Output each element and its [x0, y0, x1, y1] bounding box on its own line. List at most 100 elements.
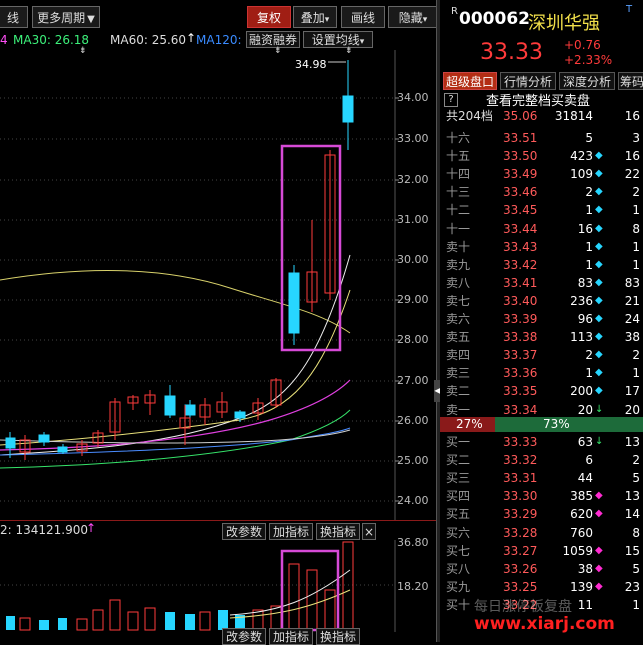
level-count: 1	[632, 239, 640, 254]
current-price: 33.33	[480, 40, 543, 65]
candlestick-chart[interactable]	[0, 50, 436, 520]
level-marker-icon: ◆	[595, 150, 603, 162]
tab-market-analysis[interactable]: 行情分析	[500, 72, 556, 90]
help-icon[interactable]: ?	[444, 93, 458, 107]
level-count: 2	[632, 185, 640, 200]
level-label: 十二	[446, 203, 471, 218]
tab-super-orderbook[interactable]: 超级盘口	[443, 72, 497, 90]
level-label: 买二	[446, 453, 471, 468]
ma-settings-label: 设置均线	[311, 33, 360, 47]
level-label: 十一	[446, 221, 471, 236]
level-marker-icon: ◆	[595, 204, 603, 216]
level-count: 13	[624, 435, 640, 449]
level-marker-icon: ↓	[595, 436, 604, 447]
level-price: 33.42	[503, 257, 538, 272]
ma-partial: 4	[0, 33, 8, 47]
tab-chips[interactable]: 筹码	[618, 72, 643, 90]
price-tick: 28.00	[397, 333, 429, 346]
sell-row[interactable]: 卖八 33.41 83 ◆ 83	[440, 274, 643, 292]
sell-row[interactable]: 十一 33.44 16 ◆ 8	[440, 220, 643, 238]
level-count: 24	[624, 312, 640, 326]
swap-indicator-button-bottom[interactable]: 换指标	[316, 628, 360, 645]
modify-params-button-bottom[interactable]: 改参数	[222, 628, 266, 645]
level-count: 13	[624, 489, 640, 504]
level-count: 5	[632, 471, 640, 486]
level-price: 33.28	[503, 525, 538, 540]
level-label: 卖八	[446, 275, 471, 290]
level-marker-icon: ◆	[595, 258, 603, 270]
level-volume: 96	[577, 312, 593, 326]
level-count: 83	[624, 275, 640, 290]
hide-button[interactable]: 隐藏▾	[388, 6, 438, 28]
level-label: 十三	[446, 185, 471, 200]
more-periods-dropdown[interactable]: 更多周期 ▼	[32, 6, 100, 28]
level-label: 卖九	[446, 257, 471, 272]
add-indicator-button[interactable]: 加指标	[269, 523, 313, 540]
level-volume: 385	[570, 489, 593, 504]
orderbook-total-row: 共204档 35.06 31814 16	[440, 107, 643, 125]
buy-row[interactable]: 买四 33.30 385 ◆ 13	[440, 487, 643, 505]
sell-row[interactable]: 卖七 33.40 236 ◆ 21	[440, 292, 643, 310]
sell-row[interactable]: 十五 33.50 423 ◆ 16	[440, 147, 643, 165]
overlay-button[interactable]: 叠加▾	[293, 6, 337, 28]
buy-row[interactable]: 买五 33.29 620 ◆ 14	[440, 505, 643, 523]
total-price: 35.06	[503, 109, 538, 123]
swap-indicator-button[interactable]: 换指标	[316, 523, 360, 540]
sell-row[interactable]: 卖十 33.43 1 ◆ 1	[440, 238, 643, 256]
price-tick: 30.00	[397, 253, 429, 266]
buy-row[interactable]: 买九 33.25 139 ◆ 23	[440, 578, 643, 596]
buy-row[interactable]: 买二 33.32 6 2	[440, 451, 643, 469]
close-icon[interactable]: ×	[362, 523, 376, 540]
level-label: 卖二	[446, 384, 471, 399]
level-count: 15	[624, 543, 640, 558]
draw-line-button[interactable]: 画线	[341, 6, 385, 28]
sell-row[interactable]: 卖二 33.35 200 ◆ 17	[440, 382, 643, 400]
modify-params-button[interactable]: 改参数	[222, 523, 266, 540]
level-count: 5	[632, 561, 640, 576]
total-levels: 共204档	[446, 109, 493, 123]
high-price-label: 34.98	[295, 58, 327, 71]
ratio-right-label: 73%	[543, 417, 570, 431]
buy-row[interactable]: 买七 33.27 1059 ◆ 15	[440, 542, 643, 560]
sell-row[interactable]: 卖一 33.34 20 ↓ 20	[440, 401, 643, 419]
sell-row[interactable]: 卖九 33.42 1 ◆ 1	[440, 256, 643, 274]
sell-row[interactable]: 卖六 33.39 96 ◆ 24	[440, 310, 643, 328]
price-tick: 31.00	[397, 213, 429, 226]
t-icon: T	[626, 4, 633, 15]
level-marker-icon: ◆	[595, 186, 603, 198]
level-count: 23	[624, 579, 640, 594]
sell-row[interactable]: 十六 33.51 5 3	[440, 129, 643, 147]
ma-settings-button[interactable]: 设置均线▾	[303, 31, 373, 48]
chevron-down-icon: ▾	[422, 15, 428, 25]
buy-row[interactable]: 买一 33.33 63 ↓ 13	[440, 433, 643, 451]
sell-row[interactable]: 卖三 33.36 1 ◆ 1	[440, 364, 643, 382]
add-indicator-button-bottom[interactable]: 加指标	[269, 628, 313, 645]
level-count: 1	[632, 203, 640, 218]
sell-row[interactable]: 十四 33.49 109 ◆ 22	[440, 165, 643, 183]
tab-deep-analysis[interactable]: 深度分析	[559, 72, 615, 90]
level-count: 16	[624, 149, 640, 164]
level-price: 33.36	[503, 366, 538, 381]
level-volume: 16	[577, 221, 593, 236]
buy-row[interactable]: 买六 33.28 760 8	[440, 524, 643, 542]
margin-trading-button[interactable]: 融资融券	[246, 31, 300, 48]
volume-tick-top: 36.80	[397, 536, 429, 549]
restore-button[interactable]: 复权	[247, 6, 291, 28]
level-label: 买三	[446, 471, 471, 486]
level-label: 卖六	[446, 312, 471, 326]
level-price: 33.41	[503, 275, 538, 290]
level-price: 33.33	[503, 435, 538, 449]
sell-row[interactable]: 十二 33.45 1 ◆ 1	[440, 201, 643, 219]
level-label: 买九	[446, 579, 471, 594]
sell-row[interactable]: 十三 33.46 2 ◆ 2	[440, 183, 643, 201]
line-button[interactable]: 线	[0, 6, 28, 28]
sell-row[interactable]: 卖五 33.38 113 ◆ 38	[440, 328, 643, 346]
sell-row[interactable]: 卖四 33.37 2 ◆ 2	[440, 346, 643, 364]
buy-row[interactable]: 买八 33.26 38 ◆ 5	[440, 560, 643, 578]
panel-divider	[0, 520, 436, 521]
buy-row[interactable]: 买三 33.31 44 5	[440, 469, 643, 487]
level-marker-icon: ◆	[595, 508, 603, 520]
level-marker-icon: ◆	[595, 294, 603, 306]
volume-chart[interactable]	[0, 540, 436, 632]
level-price: 33.26	[503, 561, 538, 576]
